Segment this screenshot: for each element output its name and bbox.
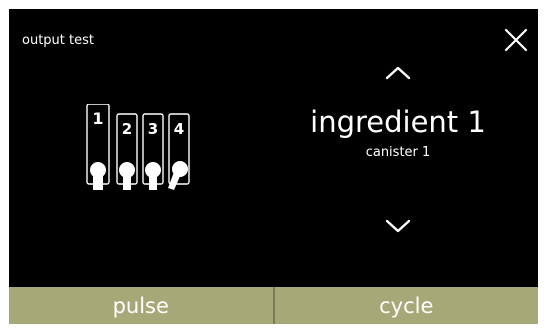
dispenser-slot-2: 2 xyxy=(116,113,138,190)
next-ingredient-button[interactable] xyxy=(378,213,418,239)
previous-ingredient-button[interactable] xyxy=(378,60,418,86)
close-icon xyxy=(504,28,528,52)
dispenser-label: 2 xyxy=(122,120,132,138)
chevron-up-icon xyxy=(385,66,411,80)
chevron-down-icon xyxy=(385,219,411,233)
dispenser-slot-4: 4 xyxy=(168,113,190,190)
page-title: output test xyxy=(22,33,94,48)
cycle-button[interactable]: cycle xyxy=(275,287,539,324)
dispenser-label: 3 xyxy=(148,120,158,138)
canister-name: canister 1 xyxy=(365,145,431,160)
dispenser-slot-1: 1 xyxy=(86,104,110,190)
pulse-button[interactable]: pulse xyxy=(9,287,273,324)
footer-bar: pulse cycle xyxy=(9,287,538,324)
dispenser-slot-3: 3 xyxy=(142,113,164,190)
dispenser-label: 4 xyxy=(174,120,184,138)
ingredient-name: ingredient 1 xyxy=(310,105,486,139)
close-button[interactable] xyxy=(496,20,536,60)
dispenser-label: 1 xyxy=(92,109,103,128)
dispenser-diagram: 1 2 3 4 xyxy=(86,104,190,190)
